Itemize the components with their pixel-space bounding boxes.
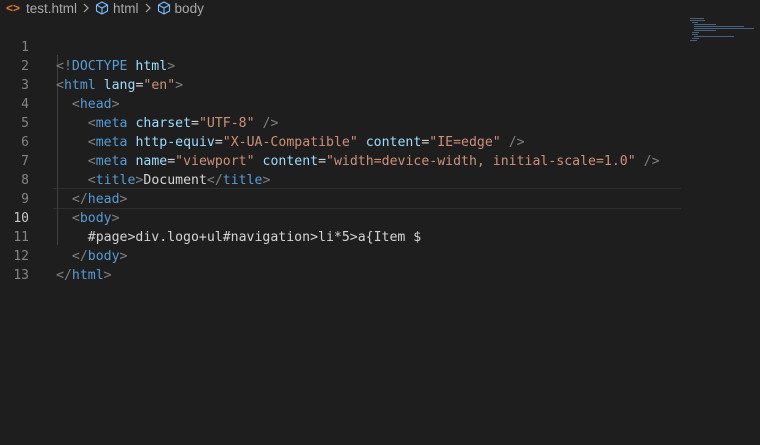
minimap-line	[690, 20, 705, 21]
breadcrumb-item-body[interactable]: body	[157, 1, 204, 16]
line-text: </html>	[56, 268, 112, 283]
code-editor[interactable]: 1 <!DOCTYPE html> 2 <html lang="en"> 3 <…	[0, 17, 690, 445]
code-line[interactable]: 6 <meta name="viewport" content="width=d…	[0, 114, 690, 169]
cube-icon	[95, 1, 109, 15]
minimap-line	[690, 40, 697, 41]
line-number: 13	[13, 268, 29, 283]
code-line[interactable]: 3 <head>	[0, 57, 690, 112]
cube-icon	[157, 1, 171, 15]
minimap-line	[694, 36, 734, 37]
code-line[interactable]: 2 <html lang="en">	[0, 38, 690, 93]
minimap-line	[692, 38, 699, 39]
minimap-line	[694, 24, 716, 25]
chevron-right-icon	[144, 3, 152, 13]
html-file-icon: <>	[6, 1, 21, 15]
code-line[interactable]: 9 <body>	[0, 171, 690, 226]
chevron-right-icon	[82, 3, 90, 13]
minimap[interactable]	[688, 17, 760, 47]
minimap-line	[690, 18, 704, 19]
code-line[interactable]: 13	[0, 247, 690, 283]
minimap-line	[694, 26, 744, 27]
breadcrumb-item-label: body	[174, 0, 204, 16]
minimap-line	[692, 34, 698, 35]
minimap-line	[694, 28, 754, 29]
code-line[interactable]: 5 <meta http-equiv="X-UA-Compatible" con…	[0, 95, 690, 150]
minimap-line	[694, 30, 716, 31]
breadcrumb: <> test.html html body	[0, 0, 760, 16]
code-line-current[interactable]: 10 #page>div.logo+ul#navigation>li*5>a{I…	[0, 190, 690, 245]
code-line[interactable]: 12 </html>	[0, 228, 690, 283]
breadcrumb-item-html[interactable]: html	[95, 1, 139, 16]
minimap-line	[692, 22, 698, 23]
code-line[interactable]: 1 <!DOCTYPE html>	[0, 19, 690, 74]
code-line[interactable]: 8 </head>	[0, 152, 690, 207]
breadcrumb-item-label: html	[113, 0, 139, 16]
breadcrumb-file[interactable]: <> test.html	[0, 1, 77, 16]
code-line[interactable]: 11 </body>	[0, 209, 690, 264]
minimap-line	[692, 32, 699, 33]
code-line[interactable]: 4 <meta charset="UTF-8" />	[0, 76, 690, 131]
code-line[interactable]: 7 <title>Document</title>	[0, 133, 690, 188]
breadcrumb-file-label: test.html	[26, 0, 78, 16]
